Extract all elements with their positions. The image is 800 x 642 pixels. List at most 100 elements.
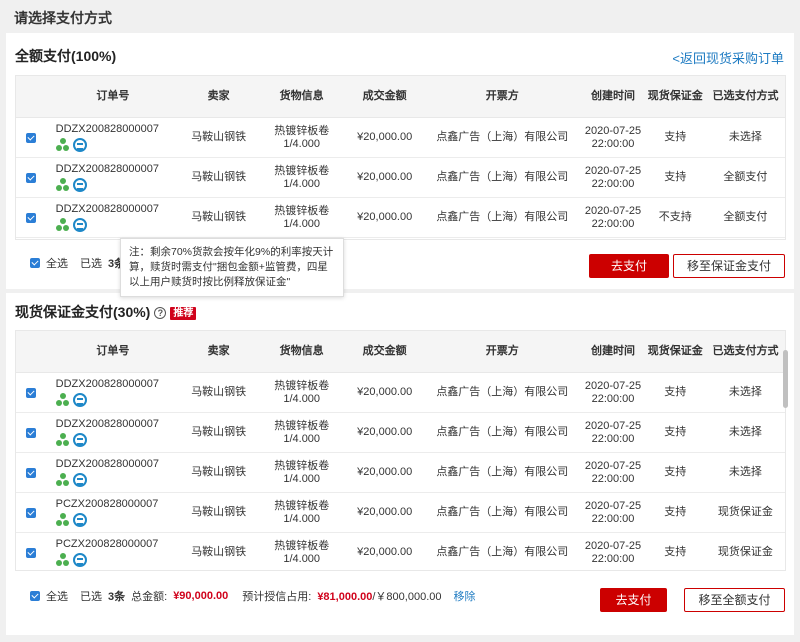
selected-prefix: 已选	[80, 258, 102, 270]
select-all-checkbox[interactable]	[30, 591, 40, 601]
table-row[interactable]: DDZX200828000007 马鞍山钢铁 热镀锌板卷 1/4.000 ¥20,000…	[16, 453, 785, 493]
goods-info: 热镀锌板卷 1/4.000	[274, 204, 330, 230]
issuer: 点鑫广告（上海）有限公司	[436, 386, 569, 398]
full-pay-button[interactable]: 去支付	[589, 254, 669, 278]
order-number[interactable]: PCZX200828000007	[56, 498, 181, 511]
selected-prefix: 已选	[80, 591, 102, 603]
col-cash: 现货保证金	[647, 345, 703, 357]
deposit-payment-section: 现货保证金支付(30%)? 推荐 订单号 卖家 货物信息 成交金额 开票方 创建时…	[6, 293, 794, 635]
sync-icon	[72, 178, 87, 192]
table-header: 订单号 卖家 货物信息 成交金额 开票方 创建时间 现货保证金 已选支付方式	[16, 331, 785, 373]
quality-icon	[55, 553, 70, 567]
credit-label: 预计授信占用:	[242, 591, 312, 603]
cash-deposit-support: 支持	[664, 546, 687, 558]
deposit-payment-title-row: 现货保证金支付(30%)? 推荐	[15, 302, 197, 322]
payment-method: 现货保证金	[717, 506, 773, 518]
table-scrollbar[interactable]	[783, 350, 788, 408]
col-method: 已选支付方式	[712, 90, 779, 102]
issuer: 点鑫广告（上海）有限公司	[436, 466, 569, 478]
issuer: 点鑫广告（上海）有限公司	[436, 211, 569, 223]
select-all-label: 全选	[46, 591, 68, 603]
cash-deposit-support: 支持	[664, 171, 687, 183]
goods-info: 热镀锌板卷 1/4.000	[274, 539, 330, 565]
row-checkbox[interactable]	[25, 467, 36, 478]
table-row[interactable]: PCZX200828000007 马鞍山钢铁 热镀锌板卷 1/4.000 ¥20,000…	[16, 493, 785, 533]
cash-deposit-support: 支持	[664, 426, 687, 438]
col-order: 订单号	[96, 345, 130, 357]
col-goods: 货物信息	[279, 90, 324, 102]
order-number[interactable]: DDZX200828000007	[56, 123, 181, 136]
goods-info: 热镀锌板卷 1/4.000	[274, 164, 330, 190]
row-checkbox[interactable]	[25, 172, 36, 183]
table-row[interactable]: DDZX200828000007 马鞍山钢铁 热镀锌板卷 1/4.000 ¥20,000…	[16, 158, 785, 198]
issuer: 点鑫广告（上海）有限公司	[436, 131, 569, 143]
sync-icon	[72, 138, 87, 152]
cash-deposit-support: 支持	[664, 466, 687, 478]
deposit-pay-button[interactable]: 去支付	[600, 588, 667, 612]
issuer: 点鑫广告（上海）有限公司	[436, 171, 569, 183]
table-row[interactable]: PCZX200828000007 马鞍山钢铁 热镀锌板卷 1/4.000 ¥20,000…	[16, 533, 785, 570]
col-issuer: 开票方	[485, 345, 519, 357]
col-issuer: 开票方	[485, 90, 519, 102]
move-to-full-button[interactable]: 移至全额支付	[684, 588, 785, 612]
amount: ¥20,000.00	[357, 211, 413, 223]
order-number[interactable]: DDZX200828000007	[56, 203, 181, 216]
goods-info: 热镀锌板卷 1/4.000	[274, 419, 330, 445]
row-checkbox[interactable]	[25, 507, 36, 518]
cash-deposit-support: 支持	[664, 386, 687, 398]
quality-icon	[55, 513, 70, 527]
goods-info: 热镀锌板卷 1/4.000	[274, 124, 330, 150]
sync-icon	[72, 393, 87, 407]
move-to-deposit-button[interactable]: 移至保证金支付	[673, 254, 785, 278]
amount: ¥20,000.00	[357, 426, 413, 438]
payment-method: 未选择	[728, 426, 762, 438]
recommend-badge: 推荐	[170, 306, 197, 320]
seller: 马鞍山钢铁	[191, 211, 247, 223]
full-payment-title: 全额支付(100%)	[15, 48, 117, 64]
order-number[interactable]: DDZX200828000007	[56, 378, 181, 391]
order-number[interactable]: DDZX200828000007	[56, 458, 181, 471]
interest-tooltip: 注：剩余70%货款会按年化9%的利率按天计算，赎货时需支付"捆包金额+监管费，四…	[120, 238, 344, 297]
order-number[interactable]: DDZX200828000007	[56, 418, 181, 431]
goods-info: 热镀锌板卷 1/4.000	[274, 459, 330, 485]
table-row[interactable]: DDZX200828000007 马鞍山钢铁 热镀锌板卷 1/4.000 ¥20,000…	[16, 413, 785, 453]
payment-method: 未选择	[728, 131, 762, 143]
help-icon[interactable]: ?	[154, 307, 167, 320]
table-row[interactable]: DDZX200828000007 马鞍山钢铁 热镀锌板卷 1/4.000 ¥20,000…	[16, 373, 785, 413]
row-checkbox[interactable]	[25, 387, 36, 398]
credit-limit: /￥800,000.00	[372, 591, 442, 603]
row-checkbox[interactable]	[25, 132, 36, 143]
amount: ¥20,000.00	[357, 131, 413, 143]
row-checkbox[interactable]	[25, 547, 36, 558]
select-all-checkbox[interactable]	[30, 258, 40, 268]
order-number[interactable]: PCZX200828000007	[56, 538, 181, 551]
remove-link[interactable]: 移除	[454, 588, 476, 604]
payment-method: 全额支付	[723, 171, 768, 183]
table-row[interactable]: DDZX200828000007 马鞍山钢铁 热镀锌板卷 1/4.000 ¥20,000…	[16, 118, 785, 158]
quality-icon	[55, 178, 70, 192]
created-time: 2020-07-25 22:00:00	[584, 459, 642, 485]
payment-method: 现货保证金	[717, 546, 773, 558]
seller: 马鞍山钢铁	[191, 386, 247, 398]
created-time: 2020-07-25 22:00:00	[584, 539, 642, 565]
table-row[interactable]: DDZX200828000007 马鞍山钢铁 热镀锌板卷 1/4.000 ¥20,000…	[16, 198, 785, 238]
goods-info: 热镀锌板卷 1/4.000	[274, 379, 330, 405]
table-header: 订单号 卖家 货物信息 成交金额 开票方 创建时间 现货保证金 已选支付方式	[16, 76, 785, 118]
full-payment-table: 订单号 卖家 货物信息 成交金额 开票方 创建时间 现货保证金 已选支付方式 D…	[15, 75, 786, 240]
page-title: 请选择支付方式	[14, 10, 112, 26]
payment-page: 请选择支付方式 全额支付(100%) <返回现货采购订单 订单号 卖家 货物信息…	[0, 0, 800, 642]
seller: 马鞍山钢铁	[191, 171, 247, 183]
total-amount-value: ¥90,000.00	[173, 590, 229, 602]
seller: 马鞍山钢铁	[191, 466, 247, 478]
col-seller: 卖家	[207, 90, 230, 102]
quality-icon	[55, 473, 70, 487]
seller: 马鞍山钢铁	[191, 131, 247, 143]
col-amount: 成交金额	[362, 345, 407, 357]
created-time: 2020-07-25 22:00:00	[584, 124, 642, 150]
amount: ¥20,000.00	[357, 386, 413, 398]
order-number[interactable]: DDZX200828000007	[56, 163, 181, 176]
row-checkbox[interactable]	[25, 212, 36, 223]
row-checkbox[interactable]	[25, 427, 36, 438]
cash-deposit-support: 支持	[664, 131, 687, 143]
back-to-orders-link[interactable]: <返回现货采购订单	[672, 48, 784, 67]
